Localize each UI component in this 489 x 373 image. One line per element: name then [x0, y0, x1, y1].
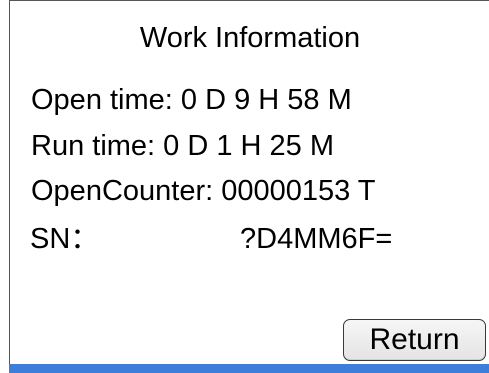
return-button[interactable]: Return — [343, 319, 486, 361]
page-title: Work Information — [139, 22, 361, 54]
open-time-text: Open time: 0 D 9 H 58 M — [31, 84, 352, 116]
open-counter-text: OpenCounter: 00000153 T — [31, 175, 376, 207]
sn-label: SN： — [30, 223, 100, 255]
sn-value: ?D4MM6F= — [240, 223, 393, 255]
bottom-accent-bar — [9, 364, 489, 373]
work-information-panel: Work Information Open time: 0 D 9 H 58 M… — [9, 0, 489, 364]
run-time-text: Run time: 0 D 1 H 25 M — [31, 130, 334, 162]
